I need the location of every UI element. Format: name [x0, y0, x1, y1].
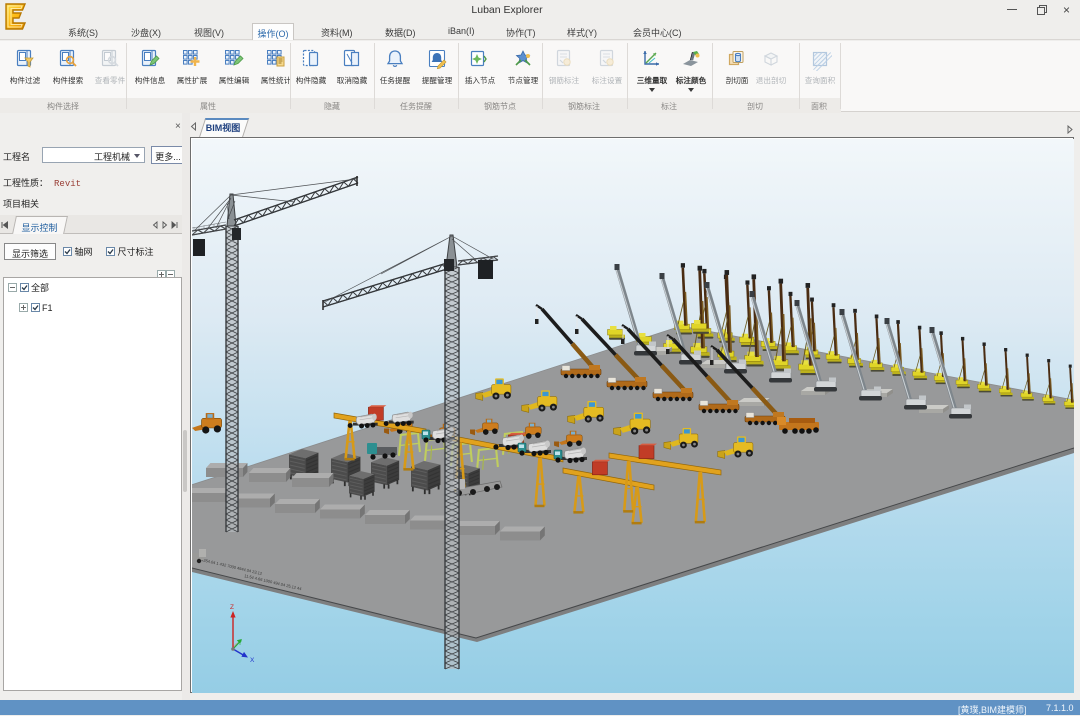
svg-text:Y: Y — [238, 641, 242, 647]
svg-text:Z: Z — [230, 604, 234, 611]
svg-text:X: X — [250, 657, 255, 664]
